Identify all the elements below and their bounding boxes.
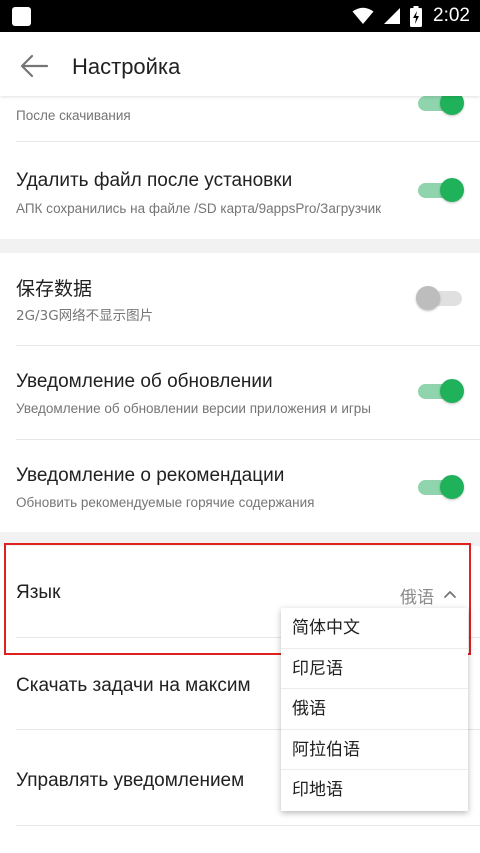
divider <box>16 825 480 826</box>
setting-title: Скачать задачи на максим <box>16 675 251 696</box>
language-option[interactable]: 俄语 <box>281 689 468 730</box>
setting-row-update-notification[interactable]: Уведомление об обновлении Уведомление об… <box>0 346 480 440</box>
language-option[interactable]: 阿拉伯语 <box>281 730 468 770</box>
status-bar: 2:02 <box>0 0 480 32</box>
setting-row-recommendation-notification[interactable]: Уведомление о рекомендации Обновить реко… <box>0 440 480 532</box>
notification-icon <box>12 7 31 26</box>
setting-subtitle: Обновить рекомендуемые горячие содержани… <box>16 495 315 510</box>
language-option[interactable]: 印地语 <box>281 770 468 811</box>
setting-row-delete-after-install[interactable]: Удалить файл после установки АПК сохрани… <box>0 142 480 239</box>
chevron-up-icon[interactable] <box>442 586 458 602</box>
setting-title: Уведомление о рекомендации <box>16 465 285 486</box>
app-bar: Настройка <box>0 32 480 96</box>
setting-title: Уведомление об обновлении <box>16 371 273 392</box>
clock: 2:02 <box>433 5 470 26</box>
update-notification-toggle[interactable] <box>416 379 464 403</box>
setting-subtitle: АПК сохранились на файле /SD карта/9apps… <box>16 201 382 216</box>
setting-row-save-data[interactable]: 保存数据 2G/3G网络不显示图片 <box>0 253 480 346</box>
setting-title: Язык <box>16 582 61 603</box>
delete-after-install-toggle[interactable] <box>416 178 464 202</box>
language-current-value: 俄语 <box>400 588 434 608</box>
setting-row-after-download[interactable]: После скачивания <box>0 96 480 142</box>
language-dropdown: 简体中文 印尼语 俄语 阿拉伯语 印地语 <box>281 608 468 811</box>
language-option[interactable]: 简体中文 <box>281 608 468 649</box>
settings-screen: 2:02 Настройка После скачивания Удалить … <box>0 0 480 853</box>
setting-subtitle: 2G/3G网络不显示图片 <box>16 308 154 324</box>
setting-subtitle: После скачивания <box>16 108 131 123</box>
setting-title: Управлять уведомлением <box>16 770 245 791</box>
wifi-icon <box>352 7 374 24</box>
setting-title: Удалить файл после установки <box>16 170 293 191</box>
section-gap <box>0 532 480 546</box>
recommendation-notification-toggle[interactable] <box>416 475 464 499</box>
save-data-toggle[interactable] <box>416 286 464 310</box>
section-gap <box>0 239 480 253</box>
battery-charging-icon <box>410 5 423 27</box>
setting-title: 保存数据 <box>16 278 93 300</box>
cellular-signal-icon <box>384 8 401 24</box>
language-option[interactable]: 印尼语 <box>281 649 468 689</box>
setting-subtitle: Уведомление об обновлении версии приложе… <box>16 401 372 416</box>
back-arrow-icon[interactable] <box>18 50 50 82</box>
after-download-toggle[interactable] <box>416 96 464 115</box>
page-title: Настройка <box>72 54 181 79</box>
